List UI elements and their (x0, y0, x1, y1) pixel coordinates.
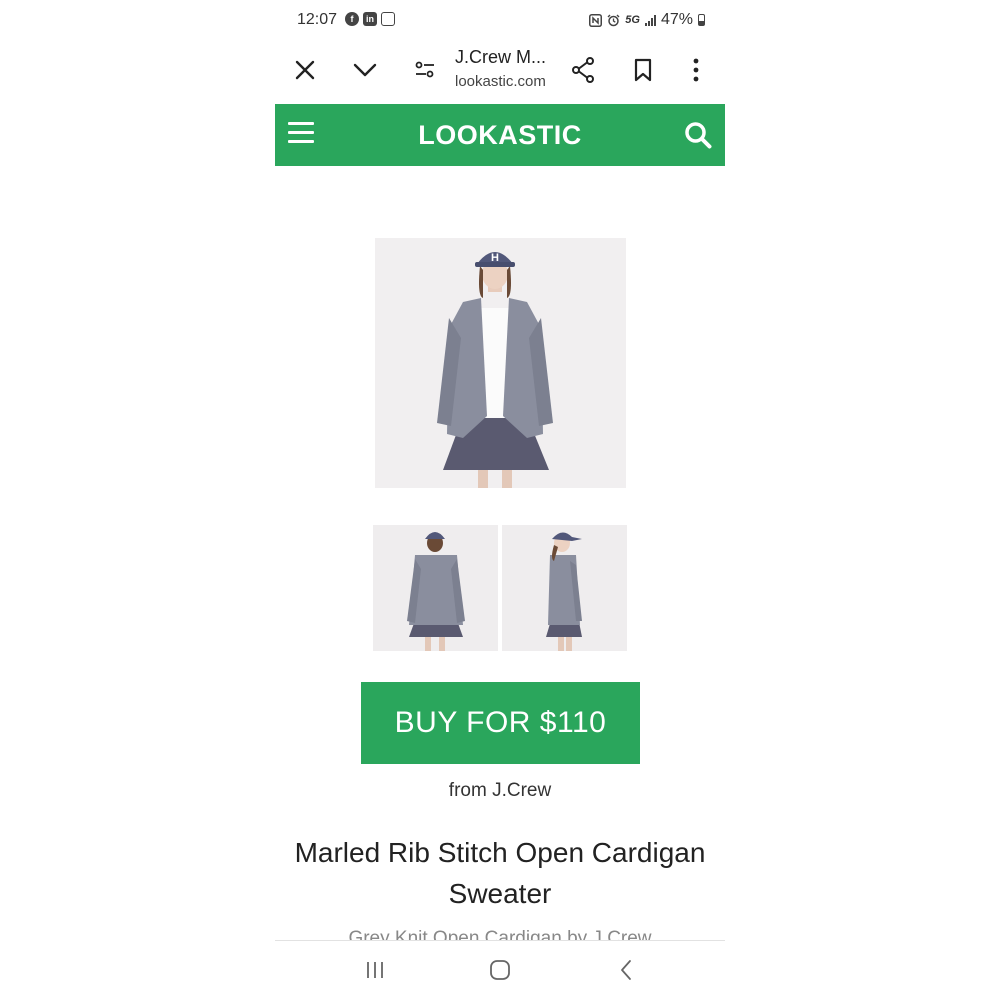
close-button[interactable] (285, 50, 325, 90)
notification-icons: f in (345, 12, 395, 26)
status-bar: 12:07 f in 5G 47% (275, 0, 725, 40)
tune-icon (415, 61, 434, 78)
site-header: LOOKASTIC (275, 104, 725, 166)
more-icon (693, 58, 699, 82)
search-icon[interactable] (683, 120, 713, 150)
browser-toolbar: J.Crew M... lookastic.com (275, 40, 725, 102)
recents-icon (367, 962, 383, 978)
system-nav-bar (275, 940, 725, 1000)
news-icon (381, 12, 395, 26)
signal-icon (644, 14, 656, 26)
back-button[interactable] (611, 955, 641, 985)
bookmark-icon (634, 58, 652, 82)
product-subtitle: Grey Knit Open Cardigan by J.Crew (275, 928, 725, 940)
buy-button[interactable]: BUY FOR $110 (361, 682, 640, 764)
product-subtitle-text: Grey Knit Open Cardigan by J.Crew (348, 928, 652, 940)
share-button[interactable] (563, 50, 603, 90)
product-title-line1: Marled Rib Stitch Open Cardigan (294, 837, 706, 868)
chevron-down-icon (353, 63, 377, 77)
system-status: 5G 47% (589, 11, 705, 29)
battery-percent: 47% (660, 11, 693, 28)
bookmark-button[interactable] (623, 50, 663, 90)
close-icon (295, 60, 315, 80)
model-side-illustration (502, 525, 627, 651)
product-title-line2: Sweater (448, 878, 552, 909)
facebook-icon: f (345, 12, 359, 26)
retailer-label: from J.Crew (448, 780, 552, 801)
linkedin-icon: in (363, 12, 377, 26)
alarm-icon (607, 14, 620, 26)
product-thumbnail-back[interactable] (373, 525, 498, 651)
model-back-illustration (373, 525, 498, 651)
product-main-image[interactable]: H (375, 238, 626, 488)
product-thumbnail-side[interactable] (502, 525, 627, 651)
nfc-icon (589, 13, 603, 27)
page-settings-button[interactable] (405, 50, 445, 90)
svg-text:H: H (491, 252, 499, 264)
status-time: 12:07 (297, 11, 338, 28)
home-button[interactable] (485, 955, 515, 985)
back-icon (621, 960, 631, 980)
network-type: 5G (625, 14, 640, 26)
phone-screen: 12:07 f in 5G 47% J.Crew M... lookastic.… (275, 0, 725, 1000)
recents-button[interactable] (360, 955, 390, 985)
model-front-illustration: H (375, 238, 626, 488)
home-icon (490, 960, 510, 980)
collapse-button[interactable] (345, 50, 385, 90)
share-icon (572, 57, 594, 83)
page-url[interactable]: lookastic.com (455, 73, 546, 90)
battery-icon (698, 14, 705, 26)
product-title: Marled Rib Stitch Open Cardigan Sweater (285, 832, 715, 914)
site-logo[interactable]: LOOKASTIC (275, 120, 725, 151)
more-options-button[interactable] (676, 50, 716, 90)
page-title[interactable]: J.Crew M... (455, 47, 546, 68)
